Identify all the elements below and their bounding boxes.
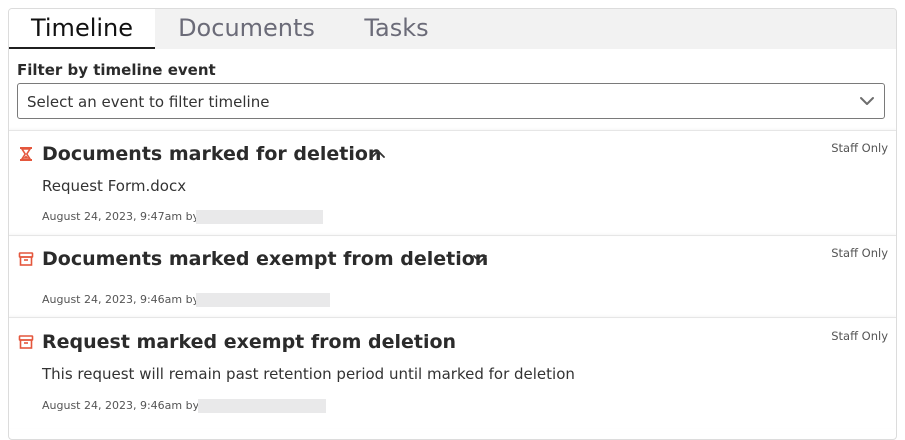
timeline-panel: Timeline Documents Tasks Filter by timel… xyxy=(8,8,897,440)
event-meta: August 24, 2023, 9:46am by xyxy=(42,293,200,306)
event-title: Documents marked exempt from deletion xyxy=(42,248,489,270)
chevron-down-icon[interactable] xyxy=(472,251,488,267)
staff-only-badge: Staff Only xyxy=(831,141,888,155)
event-meta: August 24, 2023, 9:46am by xyxy=(42,399,200,412)
timeline-event: Request marked exempt from deletion Staf… xyxy=(9,317,896,428)
filter-placeholder: Select an event to filter timeline xyxy=(27,93,270,111)
tab-tasks[interactable]: Tasks xyxy=(349,9,444,49)
filter-label: Filter by timeline event xyxy=(17,61,216,79)
staff-only-badge: Staff Only xyxy=(831,329,888,343)
timeline-event: Documents marked for deletion Staff Only… xyxy=(9,130,896,236)
tab-timeline[interactable]: Timeline xyxy=(9,9,155,49)
redacted-username xyxy=(198,399,326,413)
event-body: Request Form.docx xyxy=(42,177,187,195)
timeline-event: Documents marked exempt from deletion St… xyxy=(9,235,896,318)
tab-documents[interactable]: Documents xyxy=(169,9,324,49)
event-title: Request marked exempt from deletion xyxy=(42,331,457,353)
event-body: This request will remain past retention … xyxy=(42,365,575,383)
chevron-down-icon xyxy=(860,97,874,105)
archive-box-icon xyxy=(18,252,34,266)
staff-only-badge: Staff Only xyxy=(831,246,888,260)
event-filter-select[interactable]: Select an event to filter timeline xyxy=(17,83,885,119)
hourglass-icon xyxy=(20,147,32,161)
event-title: Documents marked for deletion xyxy=(42,143,382,165)
event-meta: August 24, 2023, 9:47am by xyxy=(42,210,200,223)
archive-box-icon xyxy=(18,335,34,349)
tab-bar: Timeline Documents Tasks xyxy=(9,9,896,49)
redacted-username xyxy=(196,210,323,224)
redacted-username xyxy=(196,293,330,307)
chevron-up-icon[interactable] xyxy=(370,146,386,162)
